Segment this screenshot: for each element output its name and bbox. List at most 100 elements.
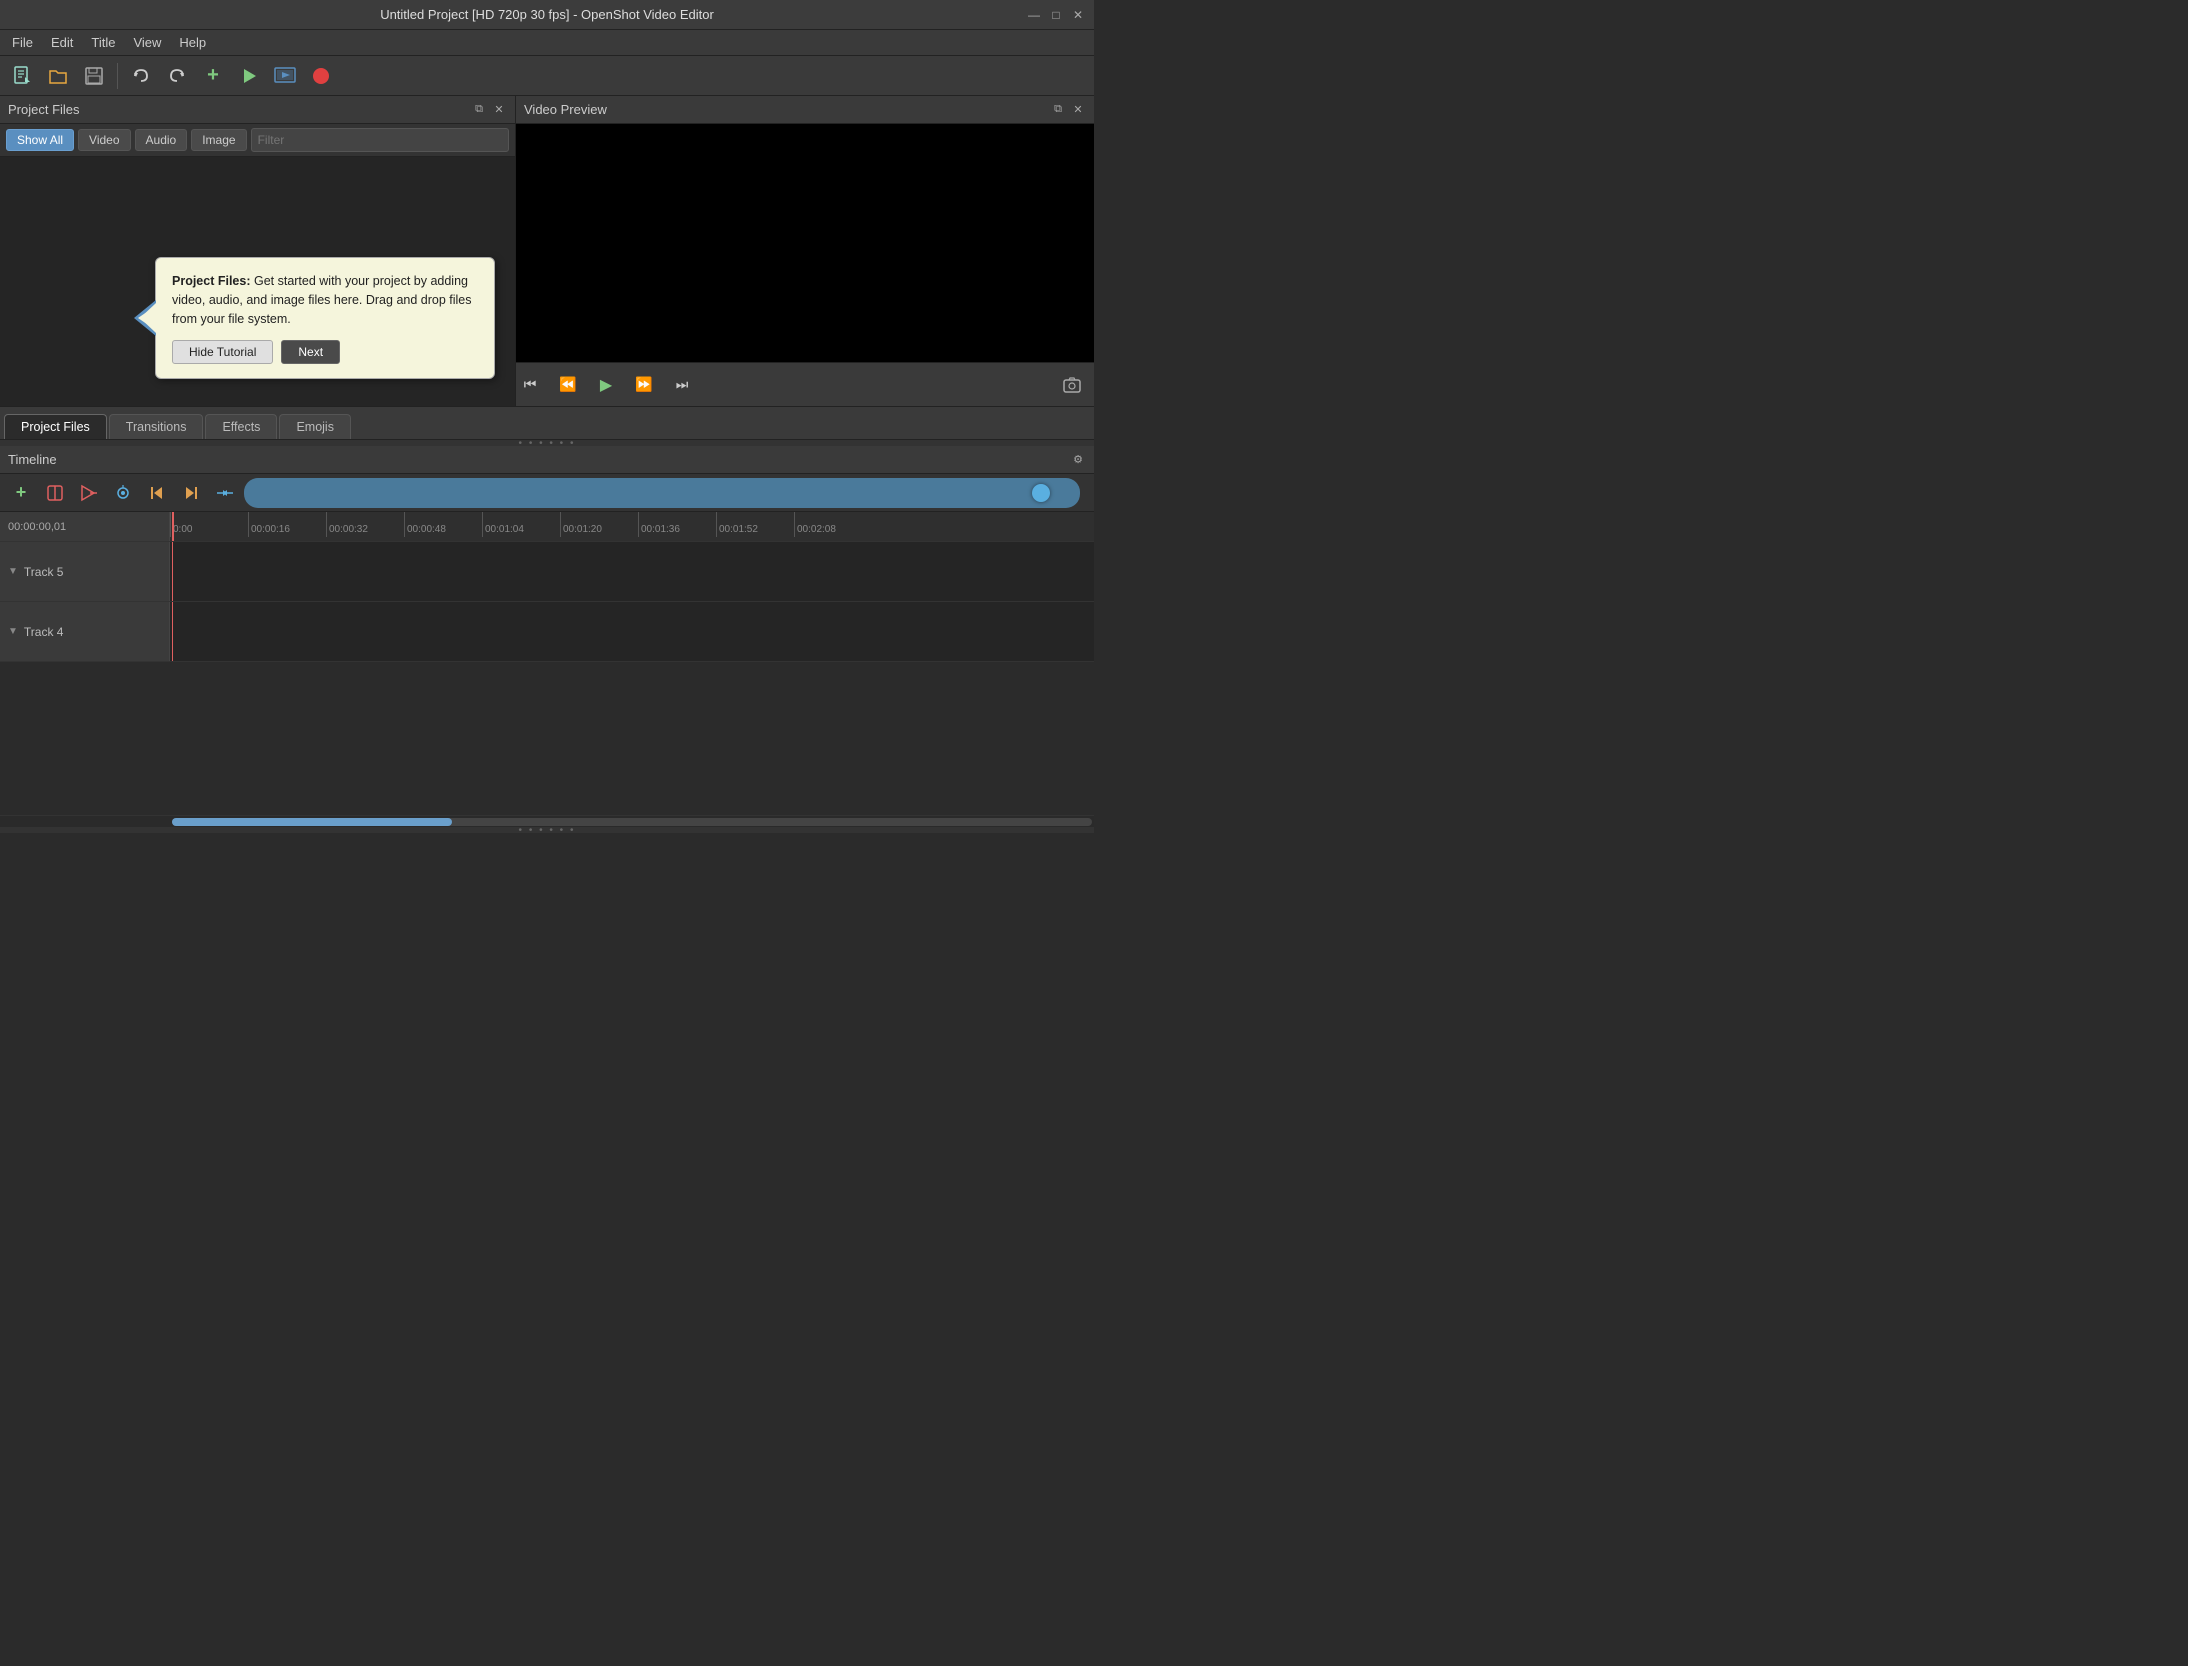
rewind-button[interactable]: ⏪: [554, 371, 582, 399]
window-controls: — □ ✕: [1026, 7, 1086, 23]
bottom-drag-handle[interactable]: • • • • • •: [0, 827, 1094, 833]
save-project-button[interactable]: [78, 60, 110, 92]
track-5-label: ▼ Track 5: [0, 542, 170, 601]
track-4-name: Track 4: [24, 625, 64, 639]
tab-emojis[interactable]: Emojis: [279, 414, 351, 439]
current-time-display: 00:00:00,01: [0, 512, 170, 541]
timeline-scrubber[interactable]: [244, 478, 1080, 508]
tutorial-tooltip: Project Files: Get started with your pro…: [155, 257, 495, 379]
skip-to-end-button[interactable]: ⏭: [668, 371, 696, 399]
video-preview-header: Video Preview ⧉ ✕: [516, 96, 1094, 124]
menu-help[interactable]: Help: [171, 32, 214, 53]
track-5-collapse[interactable]: ▼: [8, 566, 18, 577]
ruler-marks: 0:00 00:00:16 00:00:32 00:00:48 00:01:04…: [170, 512, 1094, 541]
panel-header-controls: ⧉ ✕: [471, 102, 507, 118]
timeline-tracks: ▼ Track 5 ▼ Track 4: [0, 542, 1094, 815]
filter-input[interactable]: [251, 128, 509, 152]
track-4-content[interactable]: [170, 602, 1094, 661]
video-preview-panel: Video Preview ⧉ ✕ ⏮ ⏪ ▶ ⏩ ⏭: [516, 96, 1094, 406]
tooltip-arrow-fg: [140, 303, 156, 333]
table-row: ▼ Track 4: [0, 602, 1094, 662]
timeline-section: Timeline ⚙ +: [0, 446, 1094, 833]
center-timeline-button[interactable]: [210, 478, 240, 508]
razor-tool-button[interactable]: [74, 478, 104, 508]
track-5-playhead: [172, 542, 173, 601]
track-5-content[interactable]: [170, 542, 1094, 601]
hide-tutorial-button[interactable]: Hide Tutorial: [172, 340, 273, 364]
preview-button[interactable]: [233, 60, 265, 92]
video-controls: ⏮ ⏪ ▶ ⏩ ⏭: [516, 362, 1094, 406]
tab-transitions[interactable]: Transitions: [109, 414, 204, 439]
export-button[interactable]: [269, 60, 301, 92]
undo-button[interactable]: [125, 60, 157, 92]
close-button[interactable]: ✕: [1070, 7, 1086, 23]
titlebar: Untitled Project [HD 720p 30 fps] - Open…: [0, 0, 1094, 30]
minimize-button[interactable]: —: [1026, 7, 1042, 23]
panel-detach-button[interactable]: ⧉: [471, 102, 487, 118]
next-button[interactable]: Next: [281, 340, 340, 364]
play-button[interactable]: ▶: [592, 371, 620, 399]
open-project-button[interactable]: [42, 60, 74, 92]
track-4-collapse[interactable]: ▼: [8, 626, 18, 637]
track-4-playhead: [172, 602, 173, 661]
menu-title[interactable]: Title: [83, 32, 123, 53]
record-button[interactable]: [305, 60, 337, 92]
fast-forward-button[interactable]: ⏩: [630, 371, 658, 399]
scrollbar-track[interactable]: [172, 818, 1092, 826]
filter-bar: Show All Video Audio Image: [0, 124, 515, 157]
project-files-header: Project Files ⧉ ✕: [0, 96, 515, 124]
project-files-title: Project Files: [8, 102, 80, 117]
filter-image[interactable]: Image: [191, 129, 246, 151]
panel-close-button[interactable]: ✕: [491, 102, 507, 118]
timeline-settings-button[interactable]: ⚙: [1070, 452, 1086, 468]
scrollbar-thumb[interactable]: [172, 818, 452, 826]
menu-edit[interactable]: Edit: [43, 32, 81, 53]
filter-show-all[interactable]: Show All: [6, 129, 74, 151]
timeline-header: Timeline ⚙: [0, 446, 1094, 474]
project-files-panel: Project Files ⧉ ✕ Show All Video Audio I…: [0, 96, 516, 406]
toolbar-separator-1: [117, 63, 118, 89]
add-transition-button[interactable]: [108, 478, 138, 508]
redo-button[interactable]: [161, 60, 193, 92]
maximize-button[interactable]: □: [1048, 7, 1064, 23]
timeline-toolbar: +: [0, 474, 1094, 512]
table-row: ▼ Track 5: [0, 542, 1094, 602]
screenshot-button[interactable]: [1058, 371, 1086, 399]
bottom-tabs-bar: Project Files Transitions Effects Emojis: [0, 406, 1094, 440]
jump-start-button[interactable]: [142, 478, 172, 508]
add-media-button[interactable]: +: [197, 60, 229, 92]
tab-effects[interactable]: Effects: [205, 414, 277, 439]
project-files-content: Project Files: Get started with your pro…: [0, 157, 515, 406]
ruler-mark-5: 00:01:20: [560, 512, 638, 537]
tooltip-title: Project Files:: [172, 274, 251, 288]
tooltip-actions: Hide Tutorial Next: [172, 340, 478, 364]
main-layout: Project Files ⧉ ✕ Show All Video Audio I…: [0, 96, 1094, 833]
ruler-mark-3: 00:00:48: [404, 512, 482, 537]
jump-end-button[interactable]: [176, 478, 206, 508]
track-5-name: Track 5: [24, 565, 64, 579]
timeline-ruler: 00:00:00,01 0:00 00:00:16 00:00:32 00:00…: [0, 512, 1094, 542]
tab-project-files[interactable]: Project Files: [4, 414, 107, 439]
new-project-button[interactable]: [6, 60, 38, 92]
snap-tool-button[interactable]: [40, 478, 70, 508]
menu-file[interactable]: File: [4, 32, 41, 53]
filter-audio[interactable]: Audio: [135, 129, 188, 151]
top-panels: Project Files ⧉ ✕ Show All Video Audio I…: [0, 96, 1094, 406]
window-title: Untitled Project [HD 720p 30 fps] - Open…: [380, 7, 714, 22]
ruler-mark-6: 00:01:36: [638, 512, 716, 537]
scrubber-handle[interactable]: [1032, 484, 1050, 502]
track-4-label: ▼ Track 4: [0, 602, 170, 661]
main-toolbar: +: [0, 56, 1094, 96]
add-track-button[interactable]: +: [6, 478, 36, 508]
ruler-mark-8: 00:02:08: [794, 512, 872, 537]
filter-video[interactable]: Video: [78, 129, 130, 151]
tooltip-text: Project Files: Get started with your pro…: [172, 272, 478, 328]
skip-to-start-button[interactable]: ⏮: [516, 371, 544, 399]
ruler-mark-2: 00:00:32: [326, 512, 404, 537]
menu-view[interactable]: View: [125, 32, 169, 53]
ruler-mark-7: 00:01:52: [716, 512, 794, 537]
timeline-scrollbar[interactable]: [0, 815, 1094, 827]
video-panel-close[interactable]: ✕: [1070, 102, 1086, 118]
timeline-title: Timeline: [8, 452, 57, 467]
video-panel-detach[interactable]: ⧉: [1050, 102, 1066, 118]
